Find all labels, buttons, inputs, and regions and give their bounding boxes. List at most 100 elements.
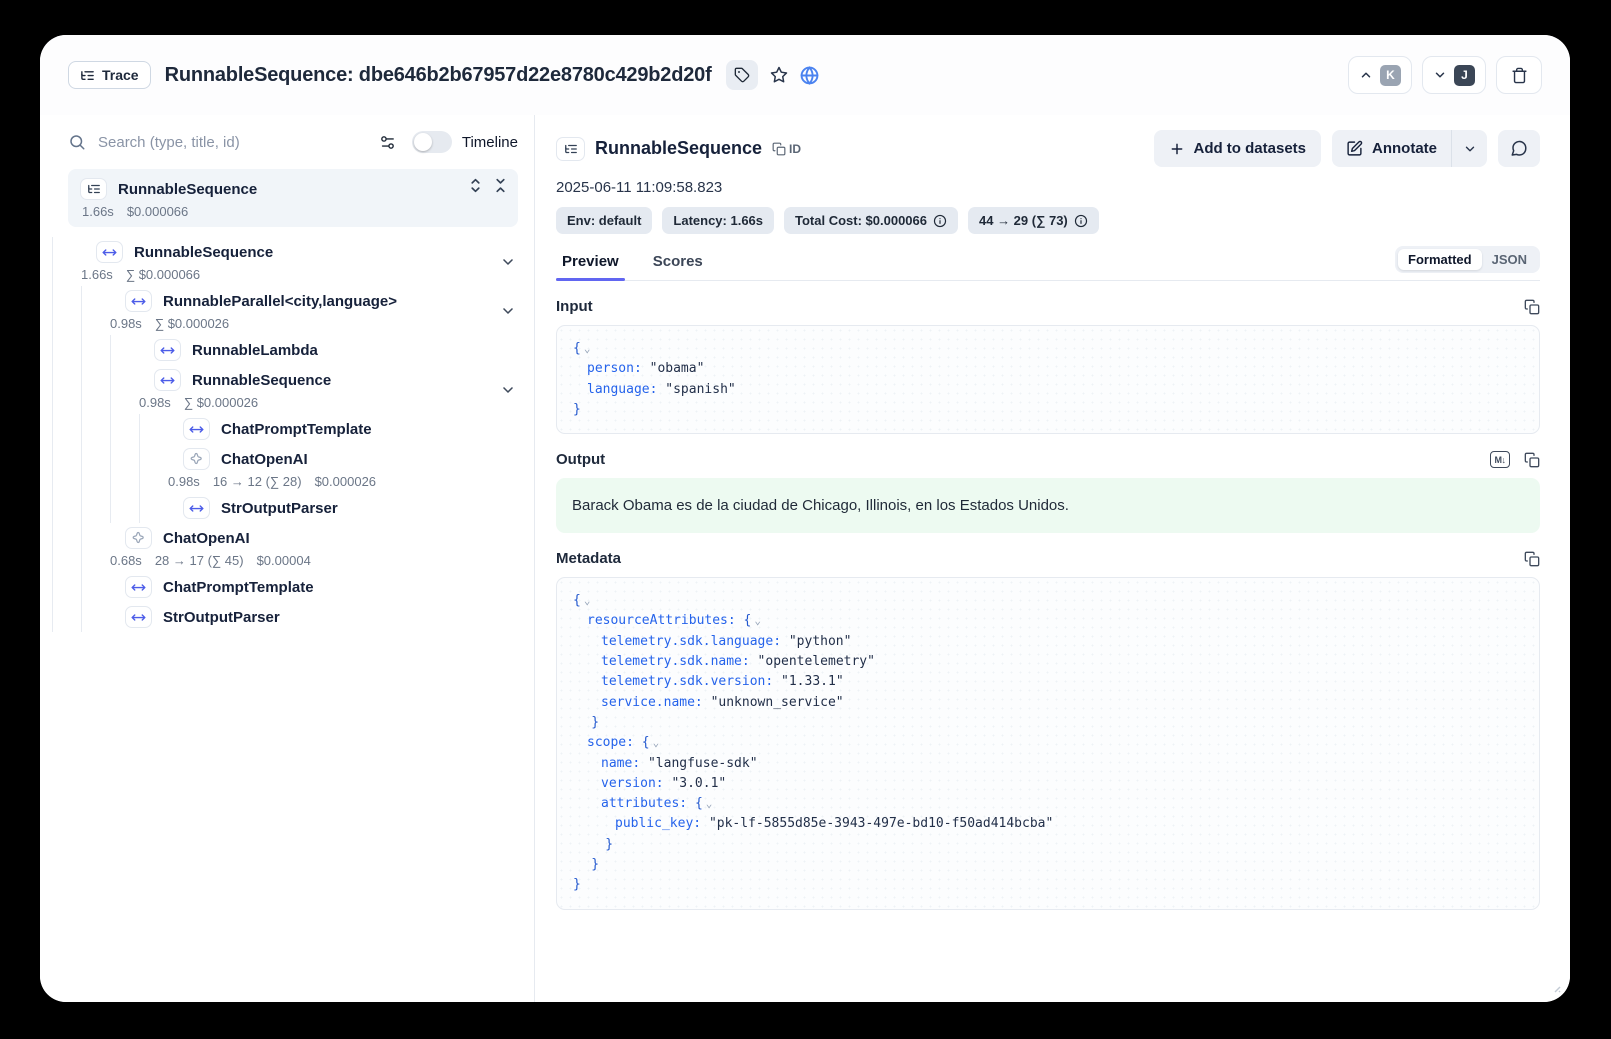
json-line: } xyxy=(573,400,1523,420)
comments-button[interactable] xyxy=(1498,130,1540,167)
window-resize-handle[interactable] xyxy=(1550,982,1561,993)
tree-row[interactable]: ChatPromptTemplate xyxy=(40,572,534,602)
json-value: "3.0.1" xyxy=(671,776,726,791)
tree-node-name: RunnableLambda xyxy=(192,342,318,359)
trace-timestamp: 2025-06-11 11:09:58.823 xyxy=(556,179,1540,196)
tree-stat-latency: 0.98s xyxy=(168,474,200,489)
detail-tabs: Preview Scores Formatted JSON xyxy=(556,247,1540,281)
tree-row[interactable]: RunnableLambda xyxy=(40,335,534,365)
json-line: telemetry.sdk.language: "python" xyxy=(573,632,1523,652)
tag-icon xyxy=(734,67,750,83)
json-value: "python" xyxy=(789,634,852,649)
format-formatted-option[interactable]: Formatted xyxy=(1398,249,1482,270)
tree-row[interactable]: ChatOpenAI0.98s16 → 12 (∑ 28)$0.000026 xyxy=(40,444,534,493)
copy-id-button[interactable]: ID xyxy=(772,142,801,156)
star-icon xyxy=(770,66,788,84)
expand-all-icon[interactable] xyxy=(468,178,483,193)
public-link-button[interactable] xyxy=(800,66,819,85)
markdown-toggle-button[interactable]: M↓ xyxy=(1490,451,1510,468)
tree-row[interactable]: ChatPromptTemplate xyxy=(40,414,534,444)
tree-row[interactable]: StrOutputParser xyxy=(40,493,534,523)
add-to-datasets-button[interactable]: Add to datasets xyxy=(1154,130,1321,167)
json-collapse-chevron[interactable]: ⌄ xyxy=(584,594,591,607)
prev-trace-button[interactable]: K xyxy=(1348,56,1412,94)
json-colon: : xyxy=(634,361,650,376)
annotate-button[interactable]: Annotate xyxy=(1332,130,1451,167)
json-colon: : xyxy=(765,674,781,689)
json-colon: : xyxy=(679,796,695,811)
tree-node-name: ChatPromptTemplate xyxy=(221,421,372,438)
json-collapse-chevron[interactable]: ⌄ xyxy=(584,342,591,355)
chevron-down-icon xyxy=(1433,68,1447,82)
json-open-brace: { xyxy=(573,341,581,356)
span-arrows-icon xyxy=(96,241,123,263)
json-value: "1.33.1" xyxy=(781,674,844,689)
collapse-all-icon[interactable] xyxy=(493,178,508,193)
info-icon[interactable] xyxy=(933,214,947,228)
span-arrows-icon xyxy=(125,290,152,312)
copy-input-button[interactable] xyxy=(1524,299,1540,315)
json-line: scope: {⌄ xyxy=(573,733,1523,753)
info-icon[interactable] xyxy=(1074,214,1088,228)
json-key: scope xyxy=(587,735,626,750)
tree-row[interactable]: ChatOpenAI0.68s28 → 17 (∑ 45)$0.00004 xyxy=(40,523,534,572)
json-colon: : xyxy=(695,695,711,710)
json-line: attributes: {⌄ xyxy=(573,794,1523,814)
json-line: {⌄ xyxy=(573,339,1523,359)
tree-row[interactable]: RunnableParallel<city,language>0.98s∑ $0… xyxy=(40,286,534,335)
json-colon: : xyxy=(650,382,666,397)
json-collapse-chevron[interactable]: ⌄ xyxy=(653,736,660,749)
delete-trace-button[interactable] xyxy=(1496,56,1542,94)
json-colon: : xyxy=(773,634,789,649)
copy-metadata-button[interactable] xyxy=(1524,551,1540,567)
tree-node-name: StrOutputParser xyxy=(221,500,338,517)
chevron-down-icon[interactable] xyxy=(500,303,516,319)
list-tree-icon xyxy=(80,68,95,83)
search-input[interactable] xyxy=(98,134,379,151)
chevron-up-icon xyxy=(1359,68,1373,82)
tab-scores[interactable]: Scores xyxy=(647,247,709,280)
json-key: telemetry.sdk.language xyxy=(601,634,773,649)
json-line: resourceAttributes: {⌄ xyxy=(573,611,1523,631)
json-key: language xyxy=(587,382,650,397)
total-cost-badge: Total Cost: $0.000066 xyxy=(784,207,958,234)
json-line: } xyxy=(573,713,1523,733)
span-arrows-icon xyxy=(183,418,210,440)
chevron-down-icon[interactable] xyxy=(500,254,516,270)
id-label: ID xyxy=(789,142,801,156)
annotate-split-button: Annotate xyxy=(1332,130,1487,167)
tree-stat-latency: 1.66s xyxy=(81,267,113,282)
pencil-square-icon xyxy=(1346,140,1363,157)
tree-row[interactable]: RunnableSequence1.66s∑ $0.000066 xyxy=(40,237,534,286)
json-colon: : xyxy=(728,613,744,628)
generation-sparkle-icon xyxy=(125,527,152,549)
json-line: } xyxy=(573,855,1523,875)
chevron-down-icon[interactable] xyxy=(500,382,516,398)
shortcut-j-badge: J xyxy=(1454,65,1475,86)
tree-stat-cost: $0.000066 xyxy=(127,204,188,219)
format-json-option[interactable]: JSON xyxy=(1482,249,1537,270)
timeline-toggle[interactable] xyxy=(412,131,452,153)
tree-stat-latency: 0.98s xyxy=(139,395,171,410)
json-collapse-chevron[interactable]: ⌄ xyxy=(706,797,713,810)
observation-detail-panel: RunnableSequence ID Add to datasets xyxy=(536,115,1570,1002)
annotate-dropdown-button[interactable] xyxy=(1451,130,1487,167)
filter-settings-button[interactable] xyxy=(379,134,396,151)
star-button[interactable] xyxy=(770,66,788,84)
sliders-icon xyxy=(379,134,396,151)
json-line: public_key: "pk-lf-5855d85e-3943-497e-bd… xyxy=(573,814,1523,834)
tree-row[interactable]: RunnableSequence0.98s∑ $0.000026 xyxy=(40,365,534,414)
json-collapse-chevron[interactable]: ⌄ xyxy=(754,614,761,627)
tree-row[interactable]: StrOutputParser xyxy=(40,602,534,632)
next-trace-button[interactable]: J xyxy=(1422,56,1486,94)
tree-stat-latency: 1.66s xyxy=(82,204,114,219)
chevron-down-icon xyxy=(1463,142,1477,156)
plus-icon xyxy=(1169,141,1185,157)
json-open-brace: { xyxy=(744,613,752,628)
tree-root-row[interactable]: RunnableSequence1.66s$0.000066 xyxy=(68,169,518,227)
json-colon: : xyxy=(656,776,672,791)
copy-output-button[interactable] xyxy=(1524,452,1540,468)
tag-button[interactable] xyxy=(726,60,758,90)
tab-preview[interactable]: Preview xyxy=(556,247,625,280)
json-value: "obama" xyxy=(650,361,705,376)
